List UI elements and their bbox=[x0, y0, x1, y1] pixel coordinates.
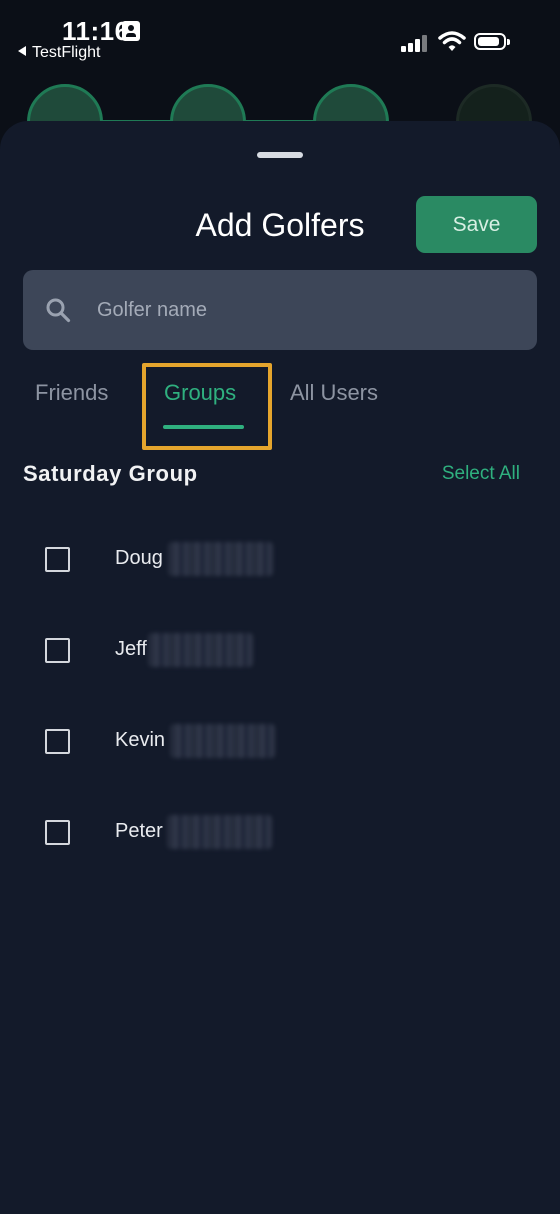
back-arrow-icon bbox=[18, 46, 26, 56]
tab-all-users[interactable]: All Users bbox=[290, 380, 378, 406]
progress-stepper bbox=[0, 84, 560, 160]
member-first-name: Peter bbox=[115, 820, 163, 842]
search-icon bbox=[46, 298, 71, 323]
list-item[interactable]: Jeff bbox=[0, 623, 560, 683]
member-checkbox[interactable] bbox=[45, 547, 70, 572]
redacted-last-name bbox=[167, 815, 272, 849]
member-first-name: Jeff bbox=[115, 638, 147, 660]
member-checkbox[interactable] bbox=[45, 729, 70, 754]
list-item[interactable]: Peter bbox=[0, 805, 560, 865]
id-card-icon bbox=[122, 21, 140, 41]
list-item[interactable]: Kevin bbox=[0, 714, 560, 774]
wifi-icon bbox=[438, 31, 466, 51]
redacted-last-name bbox=[148, 633, 253, 667]
status-bar: 11:16 TestFlight bbox=[0, 0, 560, 160]
search-placeholder: Golfer name bbox=[97, 299, 208, 321]
redacted-last-name bbox=[168, 542, 273, 576]
group-title: Saturday Group bbox=[23, 461, 198, 486]
sheet-grabber-handle[interactable] bbox=[257, 152, 303, 158]
list-item[interactable]: Doug bbox=[0, 532, 560, 592]
save-button[interactable]: Save bbox=[416, 196, 537, 253]
cellular-signal-icon bbox=[401, 34, 429, 52]
select-all-button[interactable]: Select All bbox=[442, 463, 520, 485]
member-checkbox[interactable] bbox=[45, 638, 70, 663]
member-first-name: Doug bbox=[115, 547, 163, 569]
status-time: 11:16 bbox=[62, 16, 130, 46]
redacted-last-name bbox=[170, 724, 275, 758]
annotation-highlight-box bbox=[142, 363, 272, 450]
back-app-label: TestFlight bbox=[32, 44, 101, 61]
tab-friends[interactable]: Friends bbox=[35, 380, 108, 406]
add-golfers-sheet: Add Golfers Save Golfer name Friends Gro… bbox=[0, 121, 560, 1214]
member-checkbox[interactable] bbox=[45, 820, 70, 845]
golfer-search-field[interactable]: Golfer name bbox=[23, 270, 537, 350]
battery-icon bbox=[474, 33, 510, 50]
back-to-app-link[interactable]: TestFlight bbox=[18, 44, 100, 62]
member-first-name: Kevin bbox=[115, 729, 166, 751]
